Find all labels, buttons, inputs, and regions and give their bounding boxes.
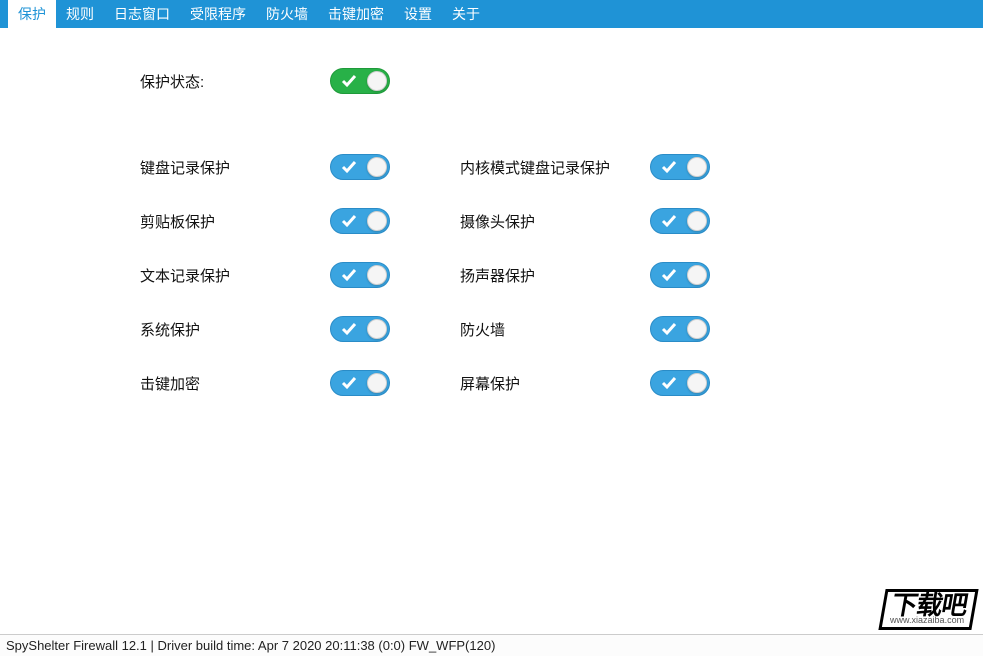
menu-tab-keystroke[interactable]: 击键加密 — [318, 0, 394, 28]
toggle-firewall[interactable] — [650, 316, 710, 342]
row-kernel-keyboard: 内核模式键盘记录保护 — [460, 154, 710, 180]
label-camera: 摄像头保护 — [460, 211, 650, 232]
check-icon — [661, 213, 677, 229]
toggle-knob — [687, 373, 707, 393]
toggle-knob — [367, 71, 387, 91]
toggle-knob — [367, 211, 387, 231]
check-icon — [341, 375, 357, 391]
toggle-camera[interactable] — [650, 208, 710, 234]
row-keyboard-log: 键盘记录保护 — [140, 154, 390, 180]
check-icon — [661, 159, 677, 175]
menu-tab-firewall[interactable]: 防火墙 — [256, 0, 318, 28]
label-kernel-keyboard: 内核模式键盘记录保护 — [460, 157, 650, 178]
row-textlog: 文本记录保护 — [140, 262, 390, 288]
toggle-knob — [367, 319, 387, 339]
protection-status-toggle[interactable] — [330, 68, 390, 94]
check-icon — [341, 159, 357, 175]
toggle-keystroke-enc[interactable] — [330, 370, 390, 396]
toggle-kernel-keyboard[interactable] — [650, 154, 710, 180]
check-icon — [341, 213, 357, 229]
row-camera: 摄像头保护 — [460, 208, 710, 234]
check-icon — [341, 321, 357, 337]
toggle-knob — [687, 211, 707, 231]
label-firewall: 防火墙 — [460, 319, 650, 340]
left-column: 键盘记录保护 剪贴板保护 文本记录保护 — [140, 154, 390, 396]
menu-tab-log[interactable]: 日志窗口 — [104, 0, 180, 28]
toggle-knob — [687, 319, 707, 339]
protection-status-row: 保护状态: — [140, 68, 883, 94]
toggle-knob — [367, 373, 387, 393]
right-column: 内核模式键盘记录保护 摄像头保护 扬声器保护 — [460, 154, 710, 396]
label-system: 系统保护 — [140, 319, 330, 340]
toggle-screen[interactable] — [650, 370, 710, 396]
check-icon — [661, 267, 677, 283]
row-screen: 屏幕保护 — [460, 370, 710, 396]
label-clipboard: 剪贴板保护 — [140, 211, 330, 232]
statusbar-text: SpyShelter Firewall 12.1 | Driver build … — [6, 638, 495, 653]
check-icon — [341, 73, 357, 89]
check-icon — [661, 321, 677, 337]
menu-tab-protection[interactable]: 保护 — [8, 0, 56, 28]
toggle-knob — [687, 157, 707, 177]
toggle-speaker[interactable] — [650, 262, 710, 288]
menu-tab-about[interactable]: 关于 — [442, 0, 490, 28]
protection-status-label: 保护状态: — [140, 71, 330, 92]
label-screen: 屏幕保护 — [460, 373, 650, 394]
toggle-clipboard[interactable] — [330, 208, 390, 234]
row-speaker: 扬声器保护 — [460, 262, 710, 288]
row-firewall: 防火墙 — [460, 316, 710, 342]
toggle-textlog[interactable] — [330, 262, 390, 288]
label-keystroke-enc: 击键加密 — [140, 373, 330, 394]
toggle-knob — [687, 265, 707, 285]
label-speaker: 扬声器保护 — [460, 265, 650, 286]
label-textlog: 文本记录保护 — [140, 265, 330, 286]
watermark-url: www.xiazaiba.com — [889, 616, 964, 625]
check-icon — [661, 375, 677, 391]
toggle-keyboard-log[interactable] — [330, 154, 390, 180]
menu-tab-rules[interactable]: 规则 — [56, 0, 104, 28]
row-clipboard: 剪贴板保护 — [140, 208, 390, 234]
toggle-columns: 键盘记录保护 剪贴板保护 文本记录保护 — [140, 154, 883, 396]
statusbar: SpyShelter Firewall 12.1 | Driver build … — [0, 634, 983, 656]
label-keyboard-log: 键盘记录保护 — [140, 157, 330, 178]
watermark-logo: 下载吧 www.xiazaiba.com — [878, 589, 978, 630]
row-system: 系统保护 — [140, 316, 390, 342]
content-panel: 保护状态: 键盘记录保护 剪贴板保护 — [0, 28, 983, 634]
row-keystroke-enc: 击键加密 — [140, 370, 390, 396]
menubar: 保护 规则 日志窗口 受限程序 防火墙 击键加密 设置 关于 — [0, 0, 983, 28]
menu-tab-settings[interactable]: 设置 — [394, 0, 442, 28]
toggle-system[interactable] — [330, 316, 390, 342]
check-icon — [341, 267, 357, 283]
toggle-knob — [367, 157, 387, 177]
toggle-knob — [367, 265, 387, 285]
menu-tab-restricted[interactable]: 受限程序 — [180, 0, 256, 28]
